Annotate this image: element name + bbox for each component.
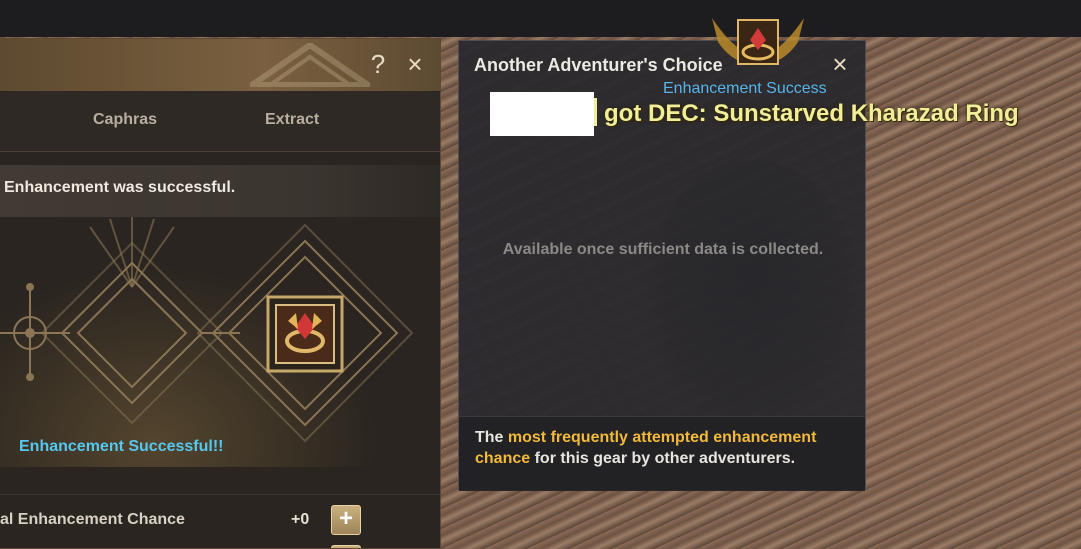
add-chance-button-2[interactable]: + <box>331 545 361 548</box>
tab-bar: Caphras Extract <box>0 91 440 152</box>
header-ornament-icon <box>250 43 370 87</box>
footer-highlight-2: chance <box>475 450 531 467</box>
add-chance-button[interactable]: + <box>331 505 361 535</box>
help-button[interactable]: ? <box>365 51 391 77</box>
enhancement-emblem-icon <box>712 18 804 65</box>
tab-caphras[interactable]: Caphras <box>93 111 157 129</box>
window-header[interactable]: ? × <box>0 39 440 92</box>
close-button[interactable]: × <box>402 51 428 77</box>
notification-subtitle: Enhancement Success <box>663 80 827 97</box>
notification-separator <box>594 98 597 126</box>
enhancement-graphic <box>0 217 440 467</box>
footer-suffix: for this gear by other adventurers. <box>530 450 796 467</box>
empty-data-message: Available once sufficient data is collec… <box>502 241 824 258</box>
chance-row: al Enhancement Chance +0 + + <box>0 494 440 548</box>
popup-footer: The most frequently attempted enhancemen… <box>459 416 865 491</box>
enhancement-window: ? × Caphras Extract Enhancement was succ… <box>0 38 441 549</box>
footer-description: The most frequently attempted enhancemen… <box>475 427 855 469</box>
enhancement-diagram-icon <box>0 217 414 443</box>
player-name-redacted <box>490 92 594 136</box>
top-bar <box>0 0 1081 37</box>
chance-label: al Enhancement Chance <box>0 511 185 528</box>
notification-message: got DEC: Sunstarved Kharazad Ring <box>604 100 1019 127</box>
success-banner: Enhancement Successful!! <box>19 438 224 455</box>
tab-extract[interactable]: Extract <box>265 111 319 129</box>
status-message: Enhancement was successful. <box>4 179 236 196</box>
popup-title: Another Adventurer's Choice <box>474 55 723 75</box>
popup-close-button[interactable]: × <box>827 51 853 77</box>
chance-value: +0 <box>291 511 310 528</box>
footer-highlight-1: most frequently attempted enhancement <box>507 429 817 446</box>
status-bar: Enhancement was successful. <box>0 165 440 217</box>
footer-prefix: The <box>475 429 508 446</box>
